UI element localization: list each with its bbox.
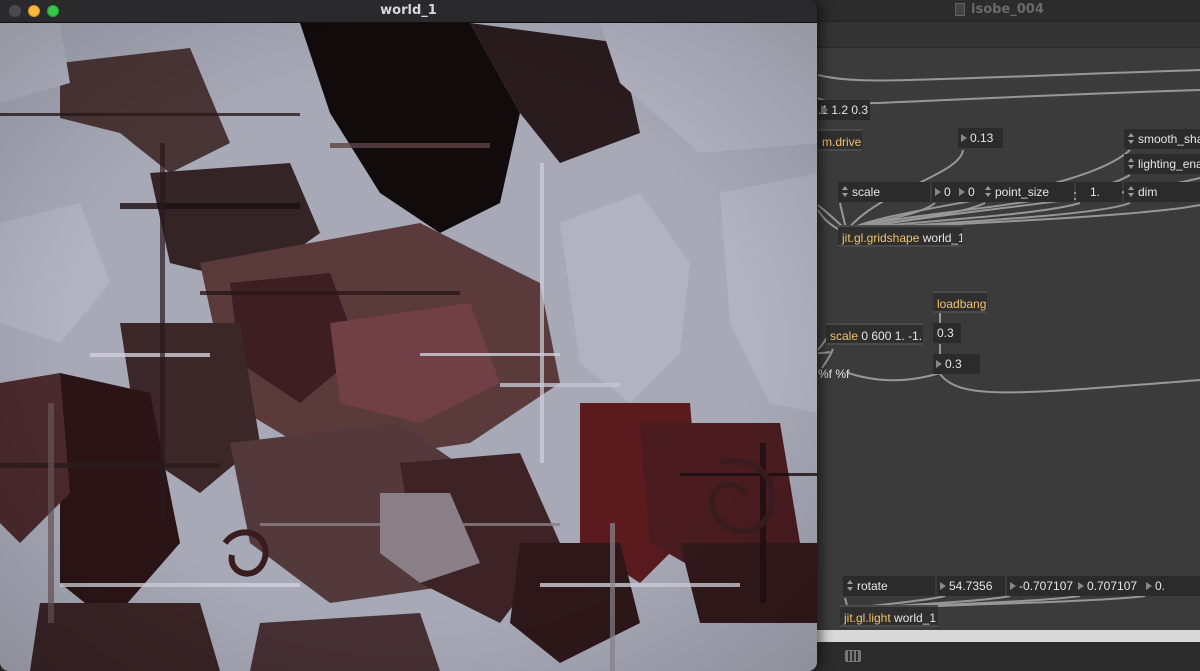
number-box-point-size[interactable]: 1. xyxy=(1076,182,1122,202)
attrui-point-size[interactable]: point_size xyxy=(981,182,1074,202)
number-box-rotate-z[interactable]: 0. xyxy=(1143,576,1200,596)
number-box-scale-x[interactable]: 0 xyxy=(932,182,957,202)
object-class: loadbang xyxy=(937,297,987,311)
attrui-label: point_size xyxy=(995,185,1050,199)
number-box-rotate-x[interactable]: -0.707107 xyxy=(1007,576,1075,596)
jit-window-titlebar[interactable]: world_1 xyxy=(0,0,817,23)
object-argument: %f %f xyxy=(818,367,850,381)
number-value: 0.707107 xyxy=(1087,579,1138,593)
opengl-render-view[interactable] xyxy=(0,23,817,671)
object-jit-gl-light[interactable]: jit.gl.light world_1 xyxy=(840,605,938,627)
cord xyxy=(817,351,831,354)
object-argument: 0 600 1. -1. xyxy=(861,329,923,343)
object-jit-gl-gridshape[interactable]: jit.gl.gridshape world_1 xyxy=(838,225,962,247)
number-box-0-3-b[interactable]: 0.3 xyxy=(933,354,980,374)
number-value: 0.3 xyxy=(937,326,954,340)
number-value: 0.3 xyxy=(945,357,962,371)
number-value: 1. xyxy=(1090,185,1101,199)
object-class: jit.gl.gridshape xyxy=(842,231,920,245)
attrui-lighting-enable[interactable]: lighting_ena xyxy=(1124,154,1200,174)
object-class: jit.gl.light xyxy=(844,611,891,625)
cord xyxy=(817,69,1200,82)
object-sprintf-args[interactable]: %f %f xyxy=(818,367,849,381)
number-value: 0 xyxy=(968,185,975,199)
attrui-smooth-shading[interactable]: smooth_sha xyxy=(1124,129,1200,149)
message-top-values[interactable]: .1 1.2 0.3 xyxy=(818,100,870,120)
jit-world-window: world_1 xyxy=(0,0,817,671)
attrui-label: lighting_ena xyxy=(1138,157,1200,171)
attrui-label: rotate xyxy=(857,579,888,593)
object-argument: world_1 xyxy=(922,231,962,245)
object-drive-class: m.drive xyxy=(822,135,862,149)
number-box-scale-y[interactable]: 0 xyxy=(956,182,981,202)
number-box-0-3-a[interactable]: 0.3 xyxy=(933,323,961,343)
attrui-dim[interactable]: dim xyxy=(1124,182,1200,202)
number-value: 0.13 xyxy=(970,131,994,145)
number-box-rotate-angle[interactable]: 54.7356 xyxy=(937,576,1005,596)
number-box-rotate-y[interactable]: 0.707107 xyxy=(1075,576,1143,596)
attrui-label: smooth_sha xyxy=(1138,132,1200,146)
render-vignette xyxy=(0,23,817,671)
number-box-0-13[interactable]: 0.13 xyxy=(958,128,1003,148)
attrui-label: scale xyxy=(852,185,881,199)
object-argument: world_1 xyxy=(894,611,937,625)
object-scale[interactable]: scale 0 600 1. -1. xyxy=(826,323,923,345)
cord xyxy=(939,373,1200,394)
object-drive[interactable]: m.drive xyxy=(818,129,862,151)
object-loadbang[interactable]: loadbang xyxy=(933,291,987,313)
number-value: 0 xyxy=(944,185,951,199)
jit-window-title: world_1 xyxy=(380,3,437,18)
attrui-rotate[interactable]: rotate xyxy=(843,576,935,596)
cord xyxy=(817,89,1200,105)
object-class: scale xyxy=(830,329,859,343)
keyboard-icon[interactable] xyxy=(845,650,861,662)
number-value: 54.7356 xyxy=(949,579,993,593)
message-top-values-text: .1 1.2 0.3 xyxy=(818,103,869,117)
attrui-label: dim xyxy=(1138,185,1158,199)
number-value: 0. xyxy=(1155,579,1166,593)
cord xyxy=(847,372,941,382)
attrui-scale[interactable]: scale xyxy=(838,182,930,202)
number-value: -0.707107 xyxy=(1019,579,1074,593)
